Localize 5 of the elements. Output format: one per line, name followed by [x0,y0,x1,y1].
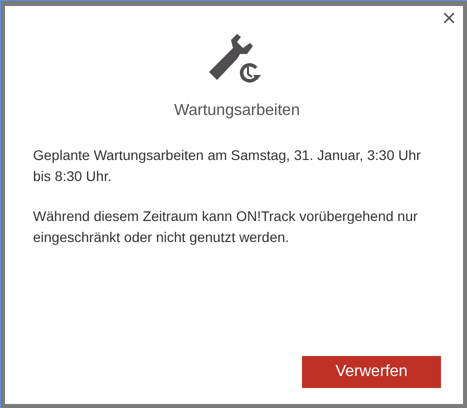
dismiss-button[interactable]: Verwerfen [302,356,441,388]
close-button[interactable]: × [439,8,459,28]
message-text: Während diesem Zeitraum kann ON!Track vorübergehend nur eingeschränkt oder nicht genutzt werden. [33,207,419,247]
message-text: Geplante Wartungsarbeiten am Samstag, 31. Januar, 3:30 Uhr bis 8:30 Uhr. [33,146,422,186]
dialog-title: Wartungsarbeiten [174,102,300,120]
